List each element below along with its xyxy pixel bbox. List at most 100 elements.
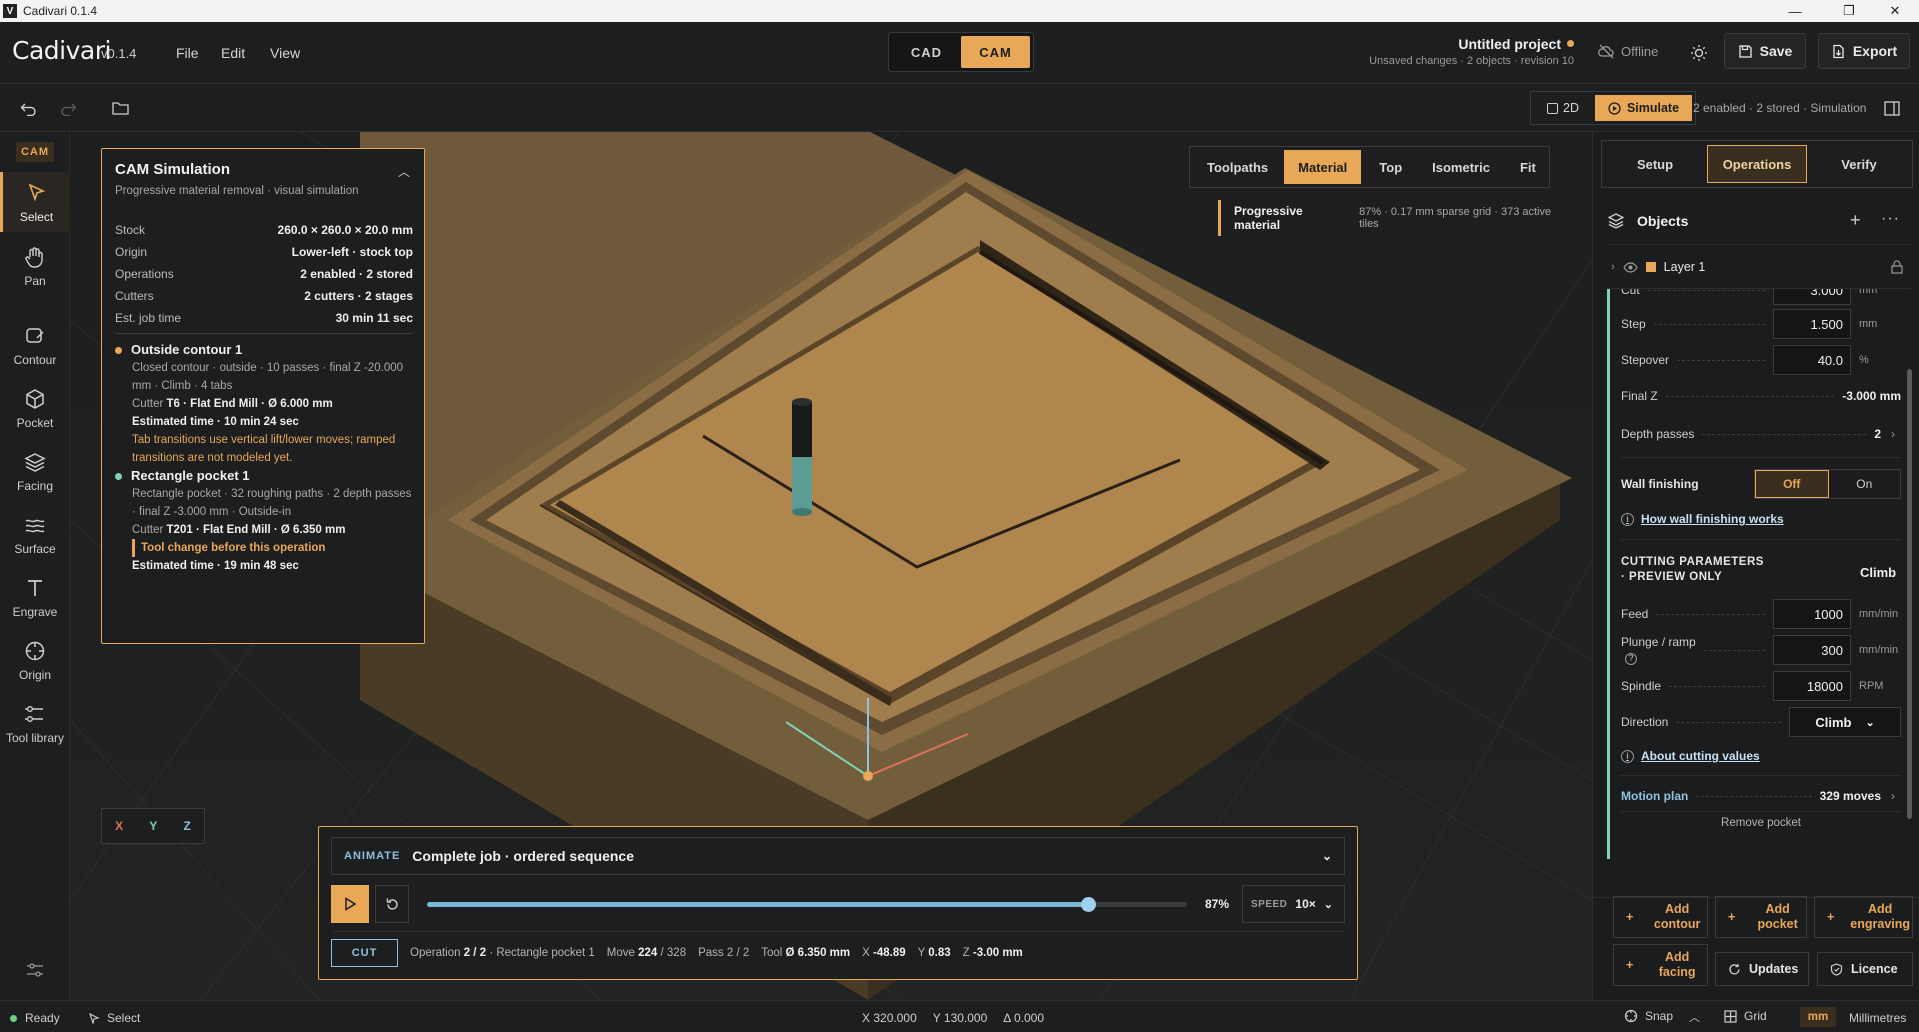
coord-z: -3.00 mm xyxy=(972,947,1023,959)
chevron-up-icon[interactable]: ︿ xyxy=(1689,1009,1700,1025)
spindle-input[interactable]: 18000 xyxy=(1773,671,1851,701)
plunge-input[interactable]: 300 xyxy=(1773,635,1851,665)
mode-cad-button[interactable]: CAD xyxy=(892,36,961,68)
about-cutting-values-link[interactable]: i About cutting values xyxy=(1621,749,1760,763)
motion-plan-row[interactable]: Motion plan 329 moves › xyxy=(1621,789,1901,803)
param-label: Stepover xyxy=(1621,353,1670,367)
tool-engrave-label: Engrave xyxy=(12,604,58,619)
mode-cam-button[interactable]: CAM xyxy=(961,36,1030,68)
help-icon[interactable]: ? xyxy=(1625,652,1637,665)
eye-icon[interactable] xyxy=(1622,261,1638,273)
stat-label: Operations xyxy=(115,267,174,281)
tab-setup[interactable]: Setup xyxy=(1606,145,1704,183)
settings-sliders-icon[interactable] xyxy=(22,958,48,982)
cursor-delta: 0.000 xyxy=(1013,1011,1045,1025)
lock-icon[interactable] xyxy=(1891,260,1903,274)
add-button-label: Add pocket xyxy=(1757,902,1798,931)
layer-row[interactable]: › Layer 1 xyxy=(1611,256,1911,278)
add-pocket-button[interactable]: + Add pocket xyxy=(1715,896,1807,938)
tool-library[interactable]: Tool library xyxy=(0,693,70,753)
remove-pocket-button[interactable]: Remove pocket xyxy=(1621,817,1901,829)
layers-icon xyxy=(1607,213,1625,229)
move-counter: 224 xyxy=(638,947,658,959)
redo-icon[interactable] xyxy=(55,96,81,120)
tool-pan[interactable]: Pan xyxy=(0,236,70,296)
tool-origin[interactable]: Origin xyxy=(0,630,70,690)
param-wall-finishing: Wall finishing Off On xyxy=(1621,469,1901,499)
close-icon[interactable]: ✕ xyxy=(1875,0,1915,22)
wall-finishing-help-link[interactable]: i How wall finishing works xyxy=(1621,512,1784,526)
add-contour-button[interactable]: + Add contour xyxy=(1613,896,1708,938)
stat-stock: Stock 260.0 × 260.0 × 20.0 mm xyxy=(115,223,413,237)
direction-select[interactable]: Climb ⌄ xyxy=(1789,707,1901,737)
speed-select[interactable]: SPEED 10× ⌄ xyxy=(1242,885,1345,923)
minimize-icon[interactable]: — xyxy=(1775,0,1815,22)
progress-percent: 87% xyxy=(1205,897,1230,911)
toggle-2d-button[interactable]: 2D xyxy=(1534,95,1592,121)
play-button[interactable] xyxy=(331,885,369,923)
animation-sequence-select[interactable]: ANIMATE Complete job · ordered sequence … xyxy=(331,837,1345,875)
tool-pocket[interactable]: Pocket xyxy=(0,378,70,438)
grid-toggle[interactable]: Grid xyxy=(1724,1009,1767,1023)
tool-facing[interactable]: Facing xyxy=(0,441,70,501)
tab-top[interactable]: Top xyxy=(1365,150,1416,184)
cut-input[interactable]: 3.000 xyxy=(1773,289,1851,305)
wall-finishing-on[interactable]: On xyxy=(1829,470,1901,498)
wall-finishing-off[interactable]: Off xyxy=(1755,470,1829,498)
unit-badge[interactable]: mm xyxy=(1800,1007,1836,1027)
more-options-icon[interactable]: ··· xyxy=(1881,210,1900,228)
sim-panel-subtitle: Progressive material removal · visual si… xyxy=(115,185,359,197)
operation-params-scroll[interactable]: Cut 3.000 mm Step 1.500 mm Stepover 40.0% Fin… xyxy=(1593,289,1913,881)
updates-button[interactable]: Updates xyxy=(1715,952,1809,986)
theme-toggle-button[interactable] xyxy=(1684,40,1714,66)
add-facing-button[interactable]: + Add facing xyxy=(1613,944,1708,986)
motion-plan-label: Motion plan xyxy=(1621,789,1689,803)
chevron-right-icon[interactable]: › xyxy=(1611,261,1615,273)
operation-rectangle-pocket[interactable]: Rectangle pocket 1 Rectangle pocket · 32… xyxy=(115,467,413,575)
maximize-icon[interactable]: ❐ xyxy=(1829,0,1869,22)
3d-viewport[interactable]: CAM Simulation ︿ Progressive material re… xyxy=(70,132,1592,1000)
param-depth-passes[interactable]: Depth passes 2 › xyxy=(1621,427,1901,441)
tool-select[interactable]: Select xyxy=(0,172,70,232)
undo-icon[interactable] xyxy=(15,96,41,120)
menu-edit[interactable]: Edit xyxy=(221,45,245,61)
add-engraving-button[interactable]: + Add engraving xyxy=(1814,896,1913,938)
save-button[interactable]: Save xyxy=(1724,33,1806,69)
scrollbar-thumb[interactable] xyxy=(1907,369,1912,819)
collapse-chevron-icon[interactable]: ︿ xyxy=(398,163,410,180)
tab-fit[interactable]: Fit xyxy=(1506,150,1550,184)
operation-outside-contour[interactable]: Outside contour 1 Closed contour · outsi… xyxy=(115,341,413,467)
tab-operations[interactable]: Operations xyxy=(1707,145,1807,183)
menu-view[interactable]: View xyxy=(270,45,300,61)
snap-toggle[interactable]: Snap xyxy=(1624,1009,1673,1023)
chevron-right-icon: › xyxy=(1891,427,1895,441)
offline-indicator: Offline xyxy=(1598,43,1658,60)
grid-icon xyxy=(1724,1009,1737,1023)
add-object-icon[interactable]: + xyxy=(1850,210,1861,231)
tool-surface[interactable]: Surface xyxy=(0,504,70,564)
simulate-button[interactable]: Simulate xyxy=(1595,95,1692,121)
licence-button[interactable]: Licence xyxy=(1817,952,1913,986)
open-folder-icon[interactable] xyxy=(107,96,133,120)
tab-isometric[interactable]: Isometric xyxy=(1418,150,1504,184)
tool-engrave[interactable]: Engrave xyxy=(0,567,70,627)
divider xyxy=(1621,775,1901,776)
tab-material[interactable]: Material xyxy=(1284,150,1362,184)
axis-z-button[interactable]: Z xyxy=(184,819,191,833)
sim-panel-title: CAM Simulation xyxy=(115,161,230,178)
tool-contour[interactable]: Contour xyxy=(0,315,70,375)
axis-x-button[interactable]: X xyxy=(115,819,123,833)
progress-slider[interactable] xyxy=(427,897,1187,912)
export-button[interactable]: Export xyxy=(1818,33,1910,69)
axis-y-button[interactable]: Y xyxy=(149,819,157,833)
progress-knob[interactable] xyxy=(1081,897,1097,912)
tab-verify[interactable]: Verify xyxy=(1810,145,1908,183)
menu-file[interactable]: File xyxy=(176,45,199,61)
step-input[interactable]: 1.500 xyxy=(1773,309,1851,339)
stepover-input[interactable]: 40.0 xyxy=(1773,345,1851,375)
cursor-y: 130.000 xyxy=(943,1011,988,1025)
restart-button[interactable] xyxy=(375,885,409,923)
panel-toggle-icon[interactable] xyxy=(1880,97,1904,119)
feed-input[interactable]: 1000 xyxy=(1773,599,1851,629)
tab-toolpaths[interactable]: Toolpaths xyxy=(1193,150,1282,184)
